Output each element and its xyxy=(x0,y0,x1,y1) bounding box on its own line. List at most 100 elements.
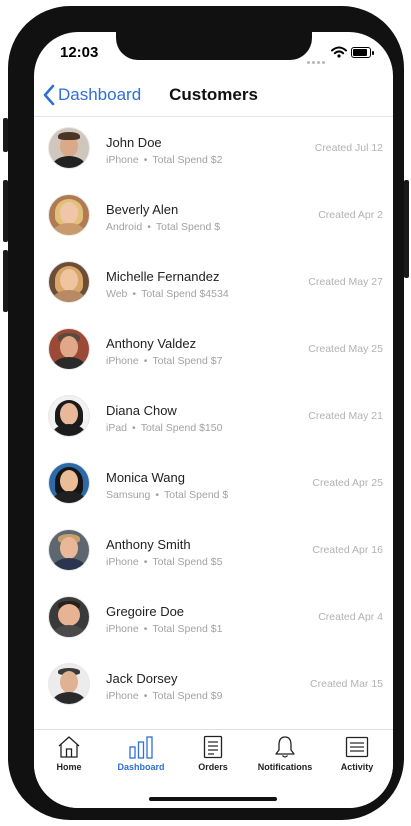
separator: • xyxy=(155,489,160,501)
separator: • xyxy=(143,623,148,635)
customer-name: Diana Chow xyxy=(106,403,177,418)
customer-row[interactable]: Gregoire Doe iPhone • Total Spend $1 Creat… xyxy=(34,586,393,653)
navigation-bar: Dashboard Customers xyxy=(34,76,393,117)
created-date: Created May 27 xyxy=(308,276,383,288)
tab-home[interactable]: Home xyxy=(34,735,105,772)
document-icon xyxy=(203,735,223,759)
customer-name: Jack Dorsey xyxy=(106,671,178,686)
avatar xyxy=(48,529,90,571)
volume-up-button xyxy=(3,180,8,242)
status-time: 12:03 xyxy=(60,44,99,61)
created-date: Created May 21 xyxy=(308,410,383,422)
separator: • xyxy=(132,288,137,300)
separator: • xyxy=(143,154,148,166)
screen: 12:03 Dashboard Customers John Doe iPhon… xyxy=(34,32,393,808)
created-date: Created Apr 16 xyxy=(312,544,383,556)
customer-name: Anthony Smith xyxy=(106,537,191,552)
tab-orders[interactable]: Orders xyxy=(177,735,249,772)
customer-meta: iPad • Total Spend $150 xyxy=(106,422,222,434)
home-indicator xyxy=(149,797,277,801)
customer-meta: Web • Total Spend $4534 xyxy=(106,288,229,300)
platform: iPhone xyxy=(106,154,139,166)
separator: • xyxy=(147,221,151,233)
power-button xyxy=(404,180,409,278)
customer-row[interactable]: Michelle Fernandez Web • Total Spend $4534… xyxy=(34,251,393,318)
tab-label: Activity xyxy=(340,762,374,772)
tab-dashboard[interactable]: Dashboard xyxy=(105,735,177,772)
customer-meta: Samsung • Total Spend $ xyxy=(106,489,228,501)
customer-meta: iPhone • Total Spend $9 xyxy=(106,690,222,702)
platform: iPhone xyxy=(106,690,139,702)
total-spend: Total Spend $2 xyxy=(152,154,223,166)
avatar xyxy=(48,194,90,236)
customer-row[interactable]: John Doe iPhone • Total Spend $2 Created J… xyxy=(34,117,393,184)
customer-meta: iPhone • Total Spend $1 xyxy=(106,623,222,635)
status-icons xyxy=(307,46,377,64)
platform: Samsung xyxy=(106,489,151,501)
separator: • xyxy=(143,556,148,568)
created-date: Created Jul 12 xyxy=(314,142,383,154)
customer-row[interactable]: Monica Wang Samsung • Total Spend $ Create… xyxy=(34,452,393,519)
avatar xyxy=(48,596,90,638)
total-spend: Total Spend $9 xyxy=(152,690,223,702)
total-spend: Total Spend $1 xyxy=(152,623,223,635)
avatar xyxy=(48,127,90,169)
bar-chart-icon xyxy=(129,736,153,759)
created-date: Created Apr 4 xyxy=(318,611,383,623)
customer-meta: iPhone • Total Spend $7 xyxy=(106,355,222,367)
platform: iPhone xyxy=(106,556,139,568)
tab-activity[interactable]: Activity xyxy=(321,735,393,772)
avatar xyxy=(48,328,90,370)
tab-label: Notifications xyxy=(257,762,313,772)
home-icon xyxy=(58,736,80,758)
phone-frame: 12:03 Dashboard Customers John Doe iPhon… xyxy=(3,6,409,820)
customer-name: Anthony Valdez xyxy=(106,336,197,351)
customer-meta: iPhone • Total Spend $5 xyxy=(106,556,222,568)
total-spend: Total Spend $150 xyxy=(140,422,223,434)
tab-label: Orders xyxy=(198,762,228,772)
platform: Web xyxy=(106,288,128,300)
wifi-icon xyxy=(331,46,347,58)
total-spend: Total Spend $ xyxy=(155,221,221,233)
customer-meta: iPhone • Total Spend $2 xyxy=(106,154,222,166)
separator: • xyxy=(143,690,148,702)
separator: • xyxy=(143,355,148,367)
tab-label: Home xyxy=(56,762,82,772)
avatar xyxy=(48,663,90,705)
bell-icon xyxy=(275,736,295,758)
avatar xyxy=(48,395,90,437)
customer-row[interactable]: Beverly Alen Android • Total Spend $ Creat… xyxy=(34,184,393,251)
tab-notifications[interactable]: Notifications xyxy=(249,735,321,772)
customer-row[interactable]: Jack Dorsey iPhone • Total Spend $9 Create… xyxy=(34,653,393,720)
total-spend: Total Spend $4534 xyxy=(141,288,229,300)
volume-down-button xyxy=(3,250,8,312)
customer-name: Monica Wang xyxy=(106,470,185,485)
battery-icon xyxy=(351,47,374,58)
avatar xyxy=(48,261,90,303)
separator: • xyxy=(132,422,136,434)
customer-name: John Doe xyxy=(106,135,162,150)
page-title: Customers xyxy=(169,85,258,104)
platform: iPhone xyxy=(106,623,139,635)
total-spend: Total Spend $5 xyxy=(152,556,223,568)
total-spend: Total Spend $ xyxy=(164,489,229,501)
created-date: Created Apr 2 xyxy=(318,209,383,221)
notch xyxy=(116,32,312,60)
created-date: Created Apr 25 xyxy=(312,477,383,489)
platform: Android xyxy=(106,221,143,233)
platform: iPhone xyxy=(106,355,139,367)
customer-name: Beverly Alen xyxy=(106,202,179,217)
avatar xyxy=(48,462,90,504)
customer-row[interactable]: Anthony Smith iPhone • Total Spend $5 Crea… xyxy=(34,519,393,586)
customer-name: Michelle Fernandez xyxy=(106,269,220,284)
list-icon xyxy=(345,736,369,758)
created-date: Created Mar 15 xyxy=(310,678,383,690)
customer-list: John Doe iPhone • Total Spend $2 Created J… xyxy=(34,117,393,720)
customer-row[interactable]: Anthony Valdez iPhone • Total Spend $7 Cre… xyxy=(34,318,393,385)
tab-label: Dashboard xyxy=(117,762,165,772)
created-date: Created May 25 xyxy=(308,343,383,355)
mute-switch xyxy=(3,118,8,152)
signal-icon xyxy=(307,51,327,69)
platform: iPad xyxy=(106,422,128,434)
customer-row[interactable]: Diana Chow iPad • Total Spend $150 Created… xyxy=(34,385,393,452)
